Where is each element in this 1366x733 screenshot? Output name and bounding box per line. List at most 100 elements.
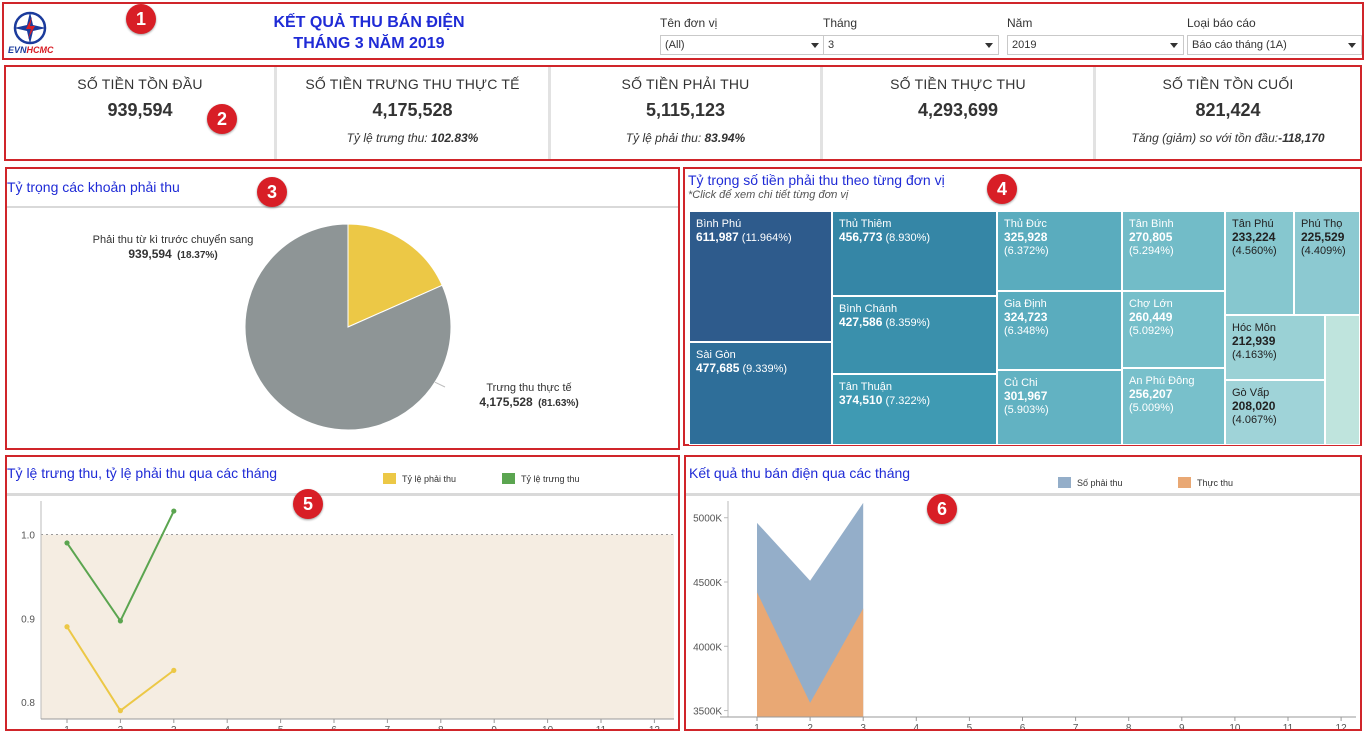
x-tick-label: 3 xyxy=(171,725,177,729)
treemap-cell-value: 477,685 xyxy=(696,361,740,375)
x-tick-label: 9 xyxy=(491,725,497,729)
y-tick-label: 1.0 xyxy=(21,531,35,542)
filter-year-value: 2019 xyxy=(1012,39,1037,51)
x-tick-label: 1 xyxy=(64,725,70,729)
filter-report-type-select[interactable]: Báo cáo tháng (1A) xyxy=(1187,35,1362,55)
treemap-panel-title: Tỷ trọng số tiền phải thu theo từng đơn … xyxy=(688,172,945,188)
dashboard-header: EVNHCMC KẾT QUẢ THU BÁN ĐIỆN THÁNG 3 NĂM… xyxy=(2,2,1364,60)
treemap-cell[interactable]: Gò Vấp 208,020 (4.067%) xyxy=(1225,380,1325,445)
filter-month-select[interactable]: 3 xyxy=(823,35,999,55)
kpi-sub: Tỷ lệ phải thu: 83.94% xyxy=(625,131,746,145)
y-tick-label: 3500K xyxy=(693,707,722,718)
treemap-cell-value: 260,449 xyxy=(1129,310,1173,324)
treemap-cell[interactable]: Phú Thọ 225,529 (4.409%) xyxy=(1294,211,1360,315)
dashboard-title: KẾT QUẢ THU BÁN ĐIỆN THÁNG 3 NĂM 2019 xyxy=(204,12,534,54)
legend-swatch xyxy=(1058,477,1071,488)
receivables-pie-chart: Phải thu từ kì trước chuyển sang 939,594… xyxy=(93,223,579,431)
x-tick-label: 7 xyxy=(385,725,391,729)
treemap-cell[interactable]: An Phú Đông 256,207 (5.009%) xyxy=(1122,368,1225,445)
x-tick-label: 5 xyxy=(278,725,284,729)
treemap-cell-value: 325,928 xyxy=(1004,230,1048,244)
treemap-cell-value: 208,020 xyxy=(1232,399,1276,413)
treemap-cell[interactable]: Tân Phú 233,224 (4.560%) xyxy=(1225,211,1294,315)
treemap-cell-value: 611,987 xyxy=(696,230,739,244)
x-tick-label: 6 xyxy=(331,725,337,729)
x-tick-label: 12 xyxy=(649,725,661,729)
marker-6: 6 xyxy=(927,494,957,524)
treemap-cell[interactable]: Sài Gòn 477,685 (9.339%) xyxy=(689,342,832,445)
kpi-sub: Tăng (giảm) so với tồn đầu:-118,170 xyxy=(1131,131,1325,145)
y-tick-label: 4500K xyxy=(693,578,722,589)
panel-divider xyxy=(7,206,678,208)
x-tick-label: 10 xyxy=(1229,723,1241,729)
filter-unit: Tên đơn vị (All) xyxy=(660,16,825,55)
treemap-cell[interactable]: Thủ Thiêm 456,773 (8.930%) xyxy=(832,211,997,296)
kpi-label: SỐ TIỀN TỒN CUỐI xyxy=(1162,76,1294,92)
kpi-label: SỐ TIỀN PHẢI THU xyxy=(621,76,750,92)
chevron-down-icon xyxy=(1348,43,1356,48)
treemap-cell-value: 225,529 xyxy=(1301,230,1345,244)
treemap-cell-pct: (6.348%) xyxy=(1004,325,1049,337)
treemap-cell[interactable]: Bình Phú 611,987 (11.964%) xyxy=(689,211,832,342)
kpi-label: SỐ TIỀN THỰC THU xyxy=(890,76,1026,92)
x-tick-label: 11 xyxy=(596,725,607,729)
treemap-cell-pct: (7.322%) xyxy=(885,395,931,407)
series-point xyxy=(171,508,177,514)
kpi-actual-collection: SỐ TIỀN TRƯNG THU THỰC TẾ 4,175,528 Tỷ l… xyxy=(277,67,548,159)
treemap-cell[interactable]: Hóc Môn 212,939 (4.163%) xyxy=(1225,315,1325,380)
units-treemap: Bình Phú 611,987 (11.964%) Sài Gòn 477,685 … xyxy=(689,211,1360,445)
marker-1: 1 xyxy=(126,4,156,34)
chevron-down-icon xyxy=(811,43,819,48)
treemap-cell[interactable]: Tân Bình 270,805 (5.294%) xyxy=(1122,211,1225,291)
pie-leader-line xyxy=(434,381,446,388)
title-line-2: THÁNG 3 NĂM 2019 xyxy=(293,35,445,52)
treemap-cell-value: 270,805 xyxy=(1129,230,1173,244)
treemap-cell[interactable]: Bình Chánh 427,586 (8.359%) xyxy=(832,296,997,374)
treemap-cell-pct: (5.903%) xyxy=(1004,404,1049,416)
treemap-cell-pct: (8.930%) xyxy=(885,232,931,244)
pie-value-actual: 4,175,528 (81.63%) xyxy=(479,395,578,409)
treemap-cell[interactable]: Củ Chi 301,967 (5.903%) xyxy=(997,370,1122,445)
filter-year-select[interactable]: 2019 xyxy=(1007,35,1184,55)
x-tick-label: 4 xyxy=(224,725,230,729)
marker-3: 3 xyxy=(257,177,287,207)
treemap-cell-pct: (5.092%) xyxy=(1129,325,1174,337)
filter-unit-value: (All) xyxy=(665,39,685,51)
filter-month: Tháng 3 xyxy=(823,16,999,55)
revenue-area-chart: 5000K4500K4000K3500K1 2 3 4 5 6 7 8 9 10 11 12 xyxy=(693,501,1356,729)
marker-4: 4 xyxy=(987,174,1017,204)
treemap-cell-pct: (8.359%) xyxy=(885,317,931,329)
legend-swatch xyxy=(502,473,515,484)
x-tick-label: 8 xyxy=(438,725,444,729)
treemap-cell-value: 212,939 xyxy=(1232,334,1276,348)
legend-swatch xyxy=(1178,477,1191,488)
treemap-cell[interactable]: Thủ Đức 325,928 (6.372%) xyxy=(997,211,1122,291)
marker-2: 2 xyxy=(207,104,237,134)
x-tick-label: 2 xyxy=(118,725,124,729)
pie-label-actual: Trưng thu thực tế xyxy=(486,382,571,394)
legend-swatch xyxy=(383,473,396,484)
y-tick-label: 0.8 xyxy=(21,698,35,709)
treemap-cell[interactable]: Gia Định 324,723 (6.348%) xyxy=(997,291,1122,370)
treemap-cell[interactable]: Chợ Lớn 260,449 (5.092%) xyxy=(1122,291,1225,368)
x-tick-label: 4 xyxy=(914,723,920,729)
treemap-cell-pct: (6.372%) xyxy=(1004,245,1049,257)
treemap-cell-value: 374,510 xyxy=(839,393,883,407)
kpi-closing-balance: SỐ TIỀN TỒN CUỐI 821,424 Tăng (giảm) so … xyxy=(1096,67,1360,159)
treemap-cell-value: 456,773 xyxy=(839,230,883,244)
treemap-cell[interactable]: Tân Thuận 374,510 (7.322%) xyxy=(832,374,997,445)
filter-unit-select[interactable]: (All) xyxy=(660,35,825,55)
filter-year: Năm 2019 xyxy=(1007,16,1184,55)
panel-divider xyxy=(7,493,678,496)
series-point xyxy=(64,540,70,546)
treemap-cell-value: 301,967 xyxy=(1004,389,1048,403)
kpi-value: 4,175,528 xyxy=(372,100,453,120)
reference-band xyxy=(41,534,674,719)
title-line-1: KẾT QUẢ THU BÁN ĐIỆN xyxy=(273,14,465,31)
treemap-cell[interactable] xyxy=(1325,315,1360,445)
legend-receivable: Số phải thu xyxy=(1058,477,1123,488)
treemap-panel: Tỷ trọng số tiền phải thu theo từng đơn … xyxy=(683,167,1362,446)
x-tick-label: 12 xyxy=(1336,723,1348,729)
legend-collected: Thực thu xyxy=(1178,477,1233,488)
kpi-value: 5,115,123 xyxy=(645,100,726,120)
